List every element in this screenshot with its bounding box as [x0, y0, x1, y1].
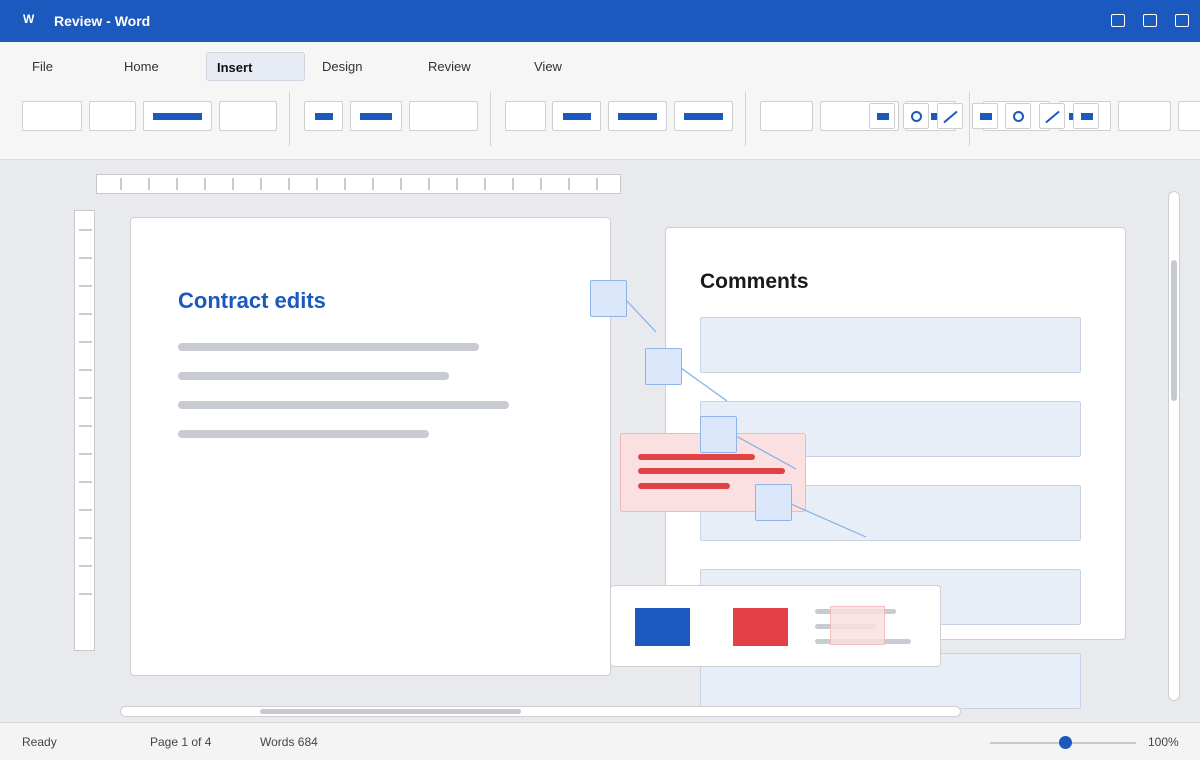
deletion-swatch[interactable] — [733, 608, 788, 646]
horizontal-scrollbar[interactable] — [120, 706, 961, 717]
markup-legend-card — [610, 585, 941, 667]
vertical-scrollbar[interactable] — [1168, 191, 1180, 701]
insertion-swatch[interactable] — [635, 608, 690, 646]
horizontal-scroll-thumb[interactable] — [260, 709, 521, 714]
comment-anchor-handle[interactable] — [755, 484, 792, 521]
comment-anchor-handle[interactable] — [645, 348, 682, 385]
word-count[interactable]: Words 684 — [260, 735, 318, 749]
comment-anchor-handle[interactable] — [700, 416, 737, 453]
status-bar: Ready Page 1 of 4 Words 684 100% — [0, 722, 1200, 760]
vertical-scroll-thumb[interactable] — [1171, 260, 1177, 401]
comment-connectors — [625, 299, 867, 538]
zoom-slider-thumb[interactable] — [1059, 736, 1073, 749]
comment-swatch[interactable] — [830, 606, 885, 645]
page-count[interactable]: Page 1 of 4 — [150, 735, 211, 749]
status-state: Ready — [22, 735, 57, 749]
zoom-level[interactable]: 100% — [1148, 735, 1179, 749]
comment-anchor-handle[interactable] — [590, 280, 627, 317]
